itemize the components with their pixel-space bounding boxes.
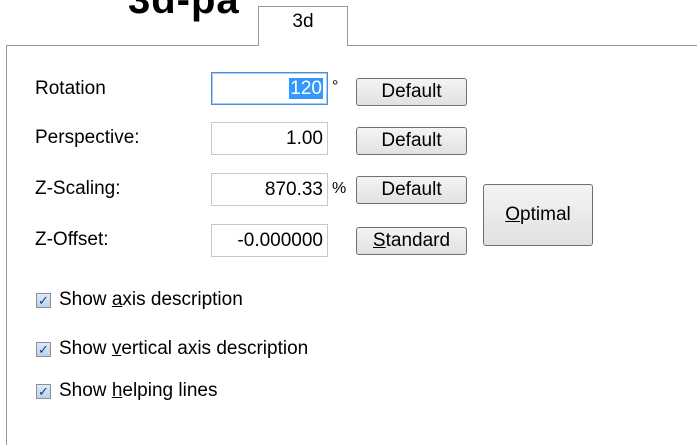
z-scaling-input[interactable]: 870.33 bbox=[211, 173, 328, 206]
show-axis-description-checkbox[interactable]: ✓ Show axis description bbox=[36, 288, 243, 312]
rotation-input[interactable]: 120 bbox=[211, 72, 328, 105]
checkbox-check-icon[interactable]: ✓ bbox=[36, 341, 51, 357]
standard-mnemonic: S bbox=[372, 230, 386, 251]
z-scaling-default-button[interactable]: Default bbox=[356, 176, 467, 204]
checkbox-check-icon[interactable]: ✓ bbox=[36, 383, 51, 399]
perspective-default-button[interactable]: Default bbox=[356, 127, 467, 155]
show-vertical-axis-description-checkbox[interactable]: ✓ Show vertical axis description bbox=[36, 337, 308, 361]
tab-3d-label: 3d bbox=[292, 11, 314, 32]
perspective-input[interactable]: 1.00 bbox=[211, 122, 328, 155]
rotation-unit: ° bbox=[332, 78, 339, 95]
rotation-default-button[interactable]: Default bbox=[356, 78, 467, 106]
z-offset-standard-button[interactable]: Standard bbox=[356, 227, 467, 255]
optimal-mnemonic: O bbox=[505, 204, 521, 225]
rotation-label: Rotation bbox=[35, 78, 106, 99]
optimal-button[interactable]: Optimal bbox=[483, 184, 593, 246]
z-offset-input[interactable]: -0.000000 bbox=[211, 224, 328, 257]
z-offset-label: Z-Offset: bbox=[35, 229, 109, 250]
z-scaling-unit: % bbox=[332, 180, 347, 197]
optimal-label-rest: ptimal bbox=[520, 204, 571, 225]
z-scaling-label: Z-Scaling: bbox=[35, 178, 121, 199]
perspective-label: Perspective: bbox=[35, 127, 140, 148]
standard-label-rest: tandard bbox=[385, 230, 451, 251]
show-vertical-axis-description-label: Show vertical axis description bbox=[59, 338, 309, 359]
rotation-value: 120 bbox=[289, 78, 323, 99]
show-axis-description-label: Show axis description bbox=[59, 289, 243, 310]
show-helping-lines-checkbox[interactable]: ✓ Show helping lines bbox=[36, 379, 217, 403]
show-helping-lines-label: Show helping lines bbox=[59, 380, 218, 401]
tab-3d[interactable]: 3d bbox=[258, 6, 348, 46]
checkbox-check-icon[interactable]: ✓ bbox=[36, 292, 51, 308]
page-heading-fragment: 3d-pa bbox=[128, 0, 240, 22]
